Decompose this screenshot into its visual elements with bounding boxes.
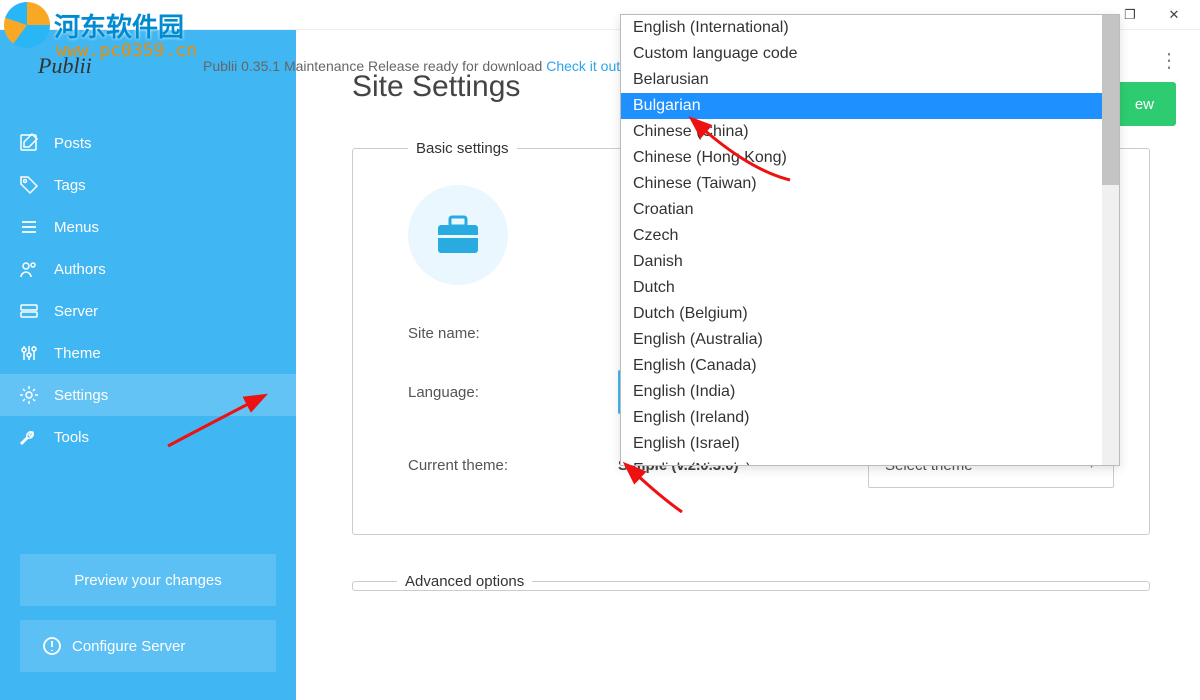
sidebar-item-theme[interactable]: Theme bbox=[0, 332, 296, 374]
sliders-icon bbox=[18, 343, 40, 363]
preview-changes-label: Preview your changes bbox=[74, 572, 222, 589]
language-option[interactable]: English (Nigeria) bbox=[621, 457, 1119, 465]
wrench-icon bbox=[18, 427, 40, 447]
language-option[interactable]: English (International) bbox=[621, 15, 1119, 41]
header-action-button[interactable]: ew bbox=[1113, 82, 1176, 126]
sidebar-item-label: Authors bbox=[54, 261, 106, 278]
language-option[interactable]: Czech bbox=[621, 223, 1119, 249]
sidebar-item-authors[interactable]: Authors bbox=[0, 248, 296, 290]
header-action-label: ew bbox=[1135, 96, 1154, 113]
dropdown-scrollbar-track[interactable] bbox=[1102, 15, 1119, 465]
language-option[interactable]: Chinese (Hong Kong) bbox=[621, 145, 1119, 171]
sidebar-item-tools[interactable]: Tools bbox=[0, 416, 296, 458]
sidebar-item-label: Tools bbox=[54, 429, 89, 446]
sidebar-item-settings[interactable]: Settings bbox=[0, 374, 296, 416]
kebab-menu-button[interactable]: ⋮ bbox=[1159, 48, 1178, 73]
users-icon bbox=[18, 259, 40, 279]
configure-server-label: Configure Server bbox=[72, 638, 185, 655]
language-option[interactable]: English (Canada) bbox=[621, 353, 1119, 379]
server-icon bbox=[18, 301, 40, 321]
language-option[interactable]: Chinese (Taiwan) bbox=[621, 171, 1119, 197]
current-theme-label: Current theme: bbox=[408, 457, 618, 474]
sidebar-item-label: Menus bbox=[54, 219, 99, 236]
update-message: Publii 0.35.1 Maintenance Release ready … bbox=[203, 58, 624, 74]
advanced-options-legend: Advanced options bbox=[397, 573, 532, 590]
sidebar-item-posts[interactable]: Posts bbox=[0, 122, 296, 164]
list-icon bbox=[18, 217, 40, 237]
sidebar-bottom: Preview your changes Configure Server bbox=[0, 540, 296, 700]
language-option[interactable]: Belarusian bbox=[621, 67, 1119, 93]
language-option-list[interactable]: English (International)Custom language c… bbox=[621, 15, 1119, 465]
language-option[interactable]: Custom language code bbox=[621, 41, 1119, 67]
sidebar-item-label: Posts bbox=[54, 135, 92, 152]
language-label: Language: bbox=[408, 384, 618, 401]
language-option[interactable]: Bulgarian bbox=[621, 93, 1119, 119]
window-close-button[interactable]: ✕ bbox=[1152, 1, 1196, 29]
alert-circle-icon bbox=[42, 636, 62, 656]
sidebar-item-label: Settings bbox=[54, 387, 108, 404]
language-option[interactable]: Dutch (Belgium) bbox=[621, 301, 1119, 327]
sidebar-item-label: Theme bbox=[54, 345, 101, 362]
language-option[interactable]: English (India) bbox=[621, 379, 1119, 405]
language-dropdown-popover: English (International)Custom language c… bbox=[620, 14, 1120, 466]
tag-icon bbox=[18, 175, 40, 195]
briefcase-icon bbox=[434, 213, 482, 257]
language-option[interactable]: English (Australia) bbox=[621, 327, 1119, 353]
language-option[interactable]: Croatian bbox=[621, 197, 1119, 223]
language-option[interactable]: Danish bbox=[621, 249, 1119, 275]
configure-server-button[interactable]: Configure Server bbox=[20, 620, 276, 672]
site-logo-preview[interactable] bbox=[408, 185, 508, 285]
preview-changes-button[interactable]: Preview your changes bbox=[20, 554, 276, 606]
sidebar-item-tags[interactable]: Tags bbox=[0, 164, 296, 206]
site-name-label: Site name: bbox=[408, 325, 618, 342]
gear-icon bbox=[18, 385, 40, 405]
language-option[interactable]: English (Israel) bbox=[621, 431, 1119, 457]
sidebar: Posts Tags Menus Authors Server bbox=[0, 30, 296, 700]
sidebar-item-server[interactable]: Server bbox=[0, 290, 296, 332]
sidebar-item-label: Server bbox=[54, 303, 98, 320]
basic-settings-legend: Basic settings bbox=[408, 140, 517, 157]
advanced-options-fieldset: Advanced options bbox=[352, 573, 1150, 591]
update-link[interactable]: Check it out! bbox=[546, 58, 624, 74]
update-text-content: Publii 0.35.1 Maintenance Release ready … bbox=[203, 58, 546, 74]
language-option[interactable]: English (Ireland) bbox=[621, 405, 1119, 431]
sidebar-item-menus[interactable]: Menus bbox=[0, 206, 296, 248]
language-option[interactable]: Dutch bbox=[621, 275, 1119, 301]
pencil-square-icon bbox=[18, 133, 40, 153]
language-option[interactable]: Chinese (China) bbox=[621, 119, 1119, 145]
sidebar-item-label: Tags bbox=[54, 177, 86, 194]
dropdown-scrollbar-thumb[interactable] bbox=[1102, 15, 1119, 185]
